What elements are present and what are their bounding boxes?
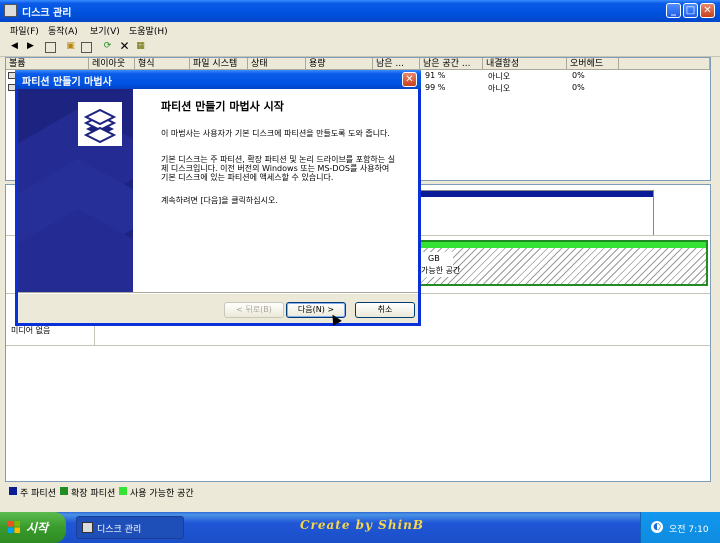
taskbar: 시작 디스크 관리 Create by ShinB ◐ 오전 7:10 [0,512,720,543]
windows-logo-icon [8,521,20,533]
menu-help[interactable]: 도움말(H) [129,24,168,37]
legend-free-swatch [119,487,127,495]
refresh-icon[interactable]: ⟳ [101,40,114,53]
close-icon[interactable]: ✕ [402,72,417,87]
wizard-paragraph-2: 기본 디스크는 주 파티션, 확장 파티션 및 논리 드라이브를 포함하는 실제… [161,155,396,182]
disk-management-icon [4,4,17,17]
legend-extended-swatch [60,487,68,495]
window-title: 디스크 관리 [22,8,72,19]
menu-view[interactable]: 보기(V) [90,24,120,37]
row-1-fault: 아니오 [488,84,511,93]
divider [18,292,418,294]
create-partition-wizard: 파티션 만들기 마법사 ✕ 파티션 만들기 마법사 시작 이 마법사는 사용자가… [15,70,421,326]
start-label: 시작 [26,521,49,535]
primary-partition-bar [412,191,653,197]
menu-file[interactable]: 파일(F) [10,24,39,37]
wizard-paragraph-3: 계속하려면 [다음]을 클릭하십시오. [161,196,278,205]
close-icon[interactable]: ✕ [700,3,715,18]
disk-0-partition[interactable] [411,190,654,236]
cdrom-media-status: 미디어 없음 [11,326,51,335]
legend-extended-label: 확장 파티션 [71,489,116,499]
back-button[interactable]: < 뒤로(B) [224,302,284,318]
column-type[interactable]: 형식 [135,58,190,70]
clock[interactable]: 오전 7:10 [669,522,709,535]
column-free-percent[interactable]: 남은 공간 ... [420,58,483,70]
taskbar-item-label: 디스크 관리 [97,525,142,535]
cancel-button[interactable]: 취소 [355,302,415,318]
menu-bar: 파일(F) 동작(A) 보기(V) 도움말(H) [0,22,720,38]
caption-text: Create by ShinB [300,518,424,532]
column-filler [619,58,710,70]
column-capacity[interactable]: 용량 [306,58,373,70]
legend: 주 파티션 확장 파티션 사용 가능한 공간 [5,484,711,499]
toolbar: ◀ ▶ ▣ ⟳ ✕ ▦ [0,38,720,57]
disk-1-free-space[interactable]: GB 가능한 공간 [411,240,708,286]
settings-icon[interactable]: ▦ [134,40,147,53]
disk-management-icon [82,522,93,533]
legend-primary-swatch [9,487,17,495]
column-overhead[interactable]: 오버헤드 [567,58,619,70]
row-0-fault: 아니오 [488,72,511,81]
wizard-content: 파티션 만들기 마법사 시작 이 마법사는 사용자가 기본 디스크에 파티션을 … [133,89,418,292]
column-fault-tolerance[interactable]: 내결함성 [483,58,567,70]
legend-free-label: 사용 가능한 공간 [130,489,194,499]
title-bar[interactable]: 디스크 관리 _ □ ✕ [0,0,720,22]
column-volume[interactable]: 볼륨 [6,58,89,70]
row-0-overhead: 0% [572,71,585,80]
properties-icon[interactable]: ▣ [64,40,77,53]
legend-primary-label: 주 파티션 [20,489,56,499]
forward-icon[interactable]: ▶ [24,40,37,53]
free-space-bar [413,242,706,248]
wizard-heading: 파티션 만들기 마법사 시작 [161,100,284,113]
maximize-icon[interactable]: □ [683,3,698,18]
help-icon[interactable] [81,42,92,53]
column-layout[interactable]: 레이아웃 [89,58,135,70]
minimize-icon[interactable]: _ [666,3,681,18]
free-space-size: GB [428,254,440,263]
tray-network-icon[interactable]: ◐ [651,521,663,533]
menu-action[interactable]: 동작(A) [48,24,78,37]
row-0-free-percent: 91 % [425,71,446,80]
divider [6,345,710,346]
disk-stack-graphic [18,89,133,292]
back-icon[interactable]: ◀ [8,40,21,53]
column-free[interactable]: 남은 ... [373,58,420,70]
wizard-side-banner [18,89,133,292]
start-button[interactable]: 시작 [0,512,66,543]
wizard-title-bar[interactable]: 파티션 만들기 마법사 ✕ [15,70,421,89]
wizard-title: 파티션 만들기 마법사 [22,77,112,88]
delete-icon[interactable]: ✕ [118,40,131,53]
free-space-label: 가능한 공간 [421,266,461,275]
system-tray: ◐ 오전 7:10 [640,512,720,543]
wizard-paragraph-1: 이 마법사는 사용자가 기본 디스크에 파티션을 만들도록 도와 줍니다. [161,129,390,138]
row-1-overhead: 0% [572,83,585,92]
column-status[interactable]: 상태 [248,58,306,70]
column-filesystem[interactable]: 파일 시스템 [190,58,248,70]
list-icon[interactable] [45,42,56,53]
taskbar-item-disk-management[interactable]: 디스크 관리 [76,516,184,539]
row-1-free-percent: 99 % [425,83,446,92]
